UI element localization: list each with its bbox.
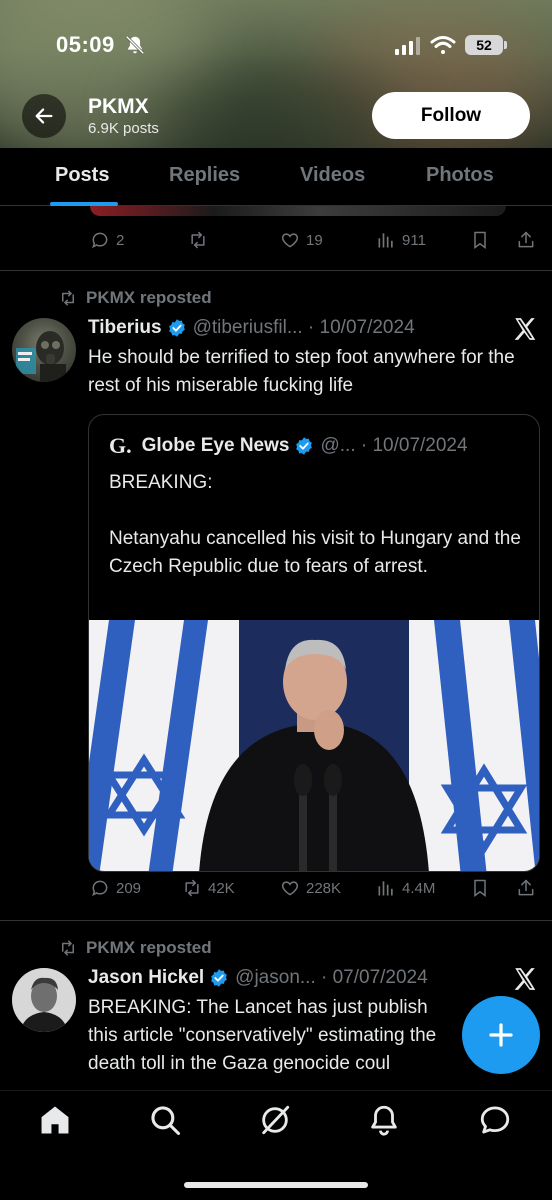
x-logo-icon	[514, 318, 536, 340]
x-logo-icon	[514, 968, 536, 990]
wifi-icon	[430, 36, 456, 54]
reply-count: 2	[116, 231, 125, 249]
status-bar: 05:09 52	[0, 0, 552, 90]
repost-icon	[185, 879, 199, 897]
back-button[interactable]	[22, 94, 66, 138]
tab-posts[interactable]: Posts	[55, 164, 109, 187]
view-count: 911	[402, 231, 426, 249]
follow-button[interactable]: Follow	[372, 92, 530, 139]
battery-indicator: 52	[465, 35, 507, 55]
home-icon[interactable]	[38, 1103, 72, 1137]
reply-button[interactable]: 209	[90, 878, 141, 898]
status-time: 05:09	[56, 32, 115, 57]
quote-text-line1: BREAKING:	[109, 472, 213, 493]
post-text: BREAKING: The Lancet has just publish th…	[88, 997, 437, 1074]
tab-photos[interactable]: Photos	[426, 164, 494, 187]
globe-eye-logo: G.	[109, 433, 132, 458]
repost-icon	[191, 231, 205, 249]
signal-icon	[395, 37, 420, 55]
repost-label: PKMX reposted	[86, 938, 212, 957]
tab-replies[interactable]: Replies	[169, 164, 240, 187]
bookmark-icon	[474, 879, 486, 897]
quote-header: G. Globe Eye News @... · 10/07/2024	[109, 433, 468, 459]
repost-indicator: PKMX reposted	[58, 938, 212, 958]
post-count: 6.9K posts	[88, 120, 159, 137]
repost-button[interactable]: 42K	[182, 878, 235, 898]
plus-icon	[489, 1023, 513, 1047]
post-header: Tiberius @tiberiusfil... · 10/07/2024	[88, 317, 415, 339]
quote-text: BREAKING: Netanyahu cancelled his visit …	[109, 469, 529, 581]
views-button[interactable]: 911	[376, 230, 426, 250]
like-button[interactable]: 228K	[280, 878, 341, 898]
author-name[interactable]: Tiberius	[88, 317, 162, 339]
like-count: 19	[306, 231, 323, 249]
repost-icon	[62, 290, 74, 306]
quote-meta: @... · 10/07/2024	[320, 435, 468, 456]
previous-post-actions: 2 19 911	[90, 230, 540, 254]
quoted-post[interactable]: G. Globe Eye News @... · 10/07/2024 BREA…	[88, 414, 540, 872]
post-actions: 209 42K 228K 4.4M	[90, 878, 540, 902]
verified-badge-icon	[168, 319, 185, 337]
views-icon	[378, 233, 393, 248]
like-count: 228K	[306, 879, 342, 897]
view-count: 4.4M	[402, 879, 436, 897]
grok-icon[interactable]	[258, 1103, 292, 1137]
repost-count: 42K	[208, 879, 235, 897]
views-button[interactable]: 4.4M	[376, 878, 435, 898]
bookmark-button[interactable]	[470, 230, 490, 250]
profile-tabs: Posts Replies Videos Photos	[0, 148, 552, 206]
profile-name: PKMX	[88, 95, 149, 118]
divider	[0, 270, 552, 271]
post-header: Jason Hickel @jason... · 07/07/2024	[88, 967, 428, 989]
news-photo	[89, 620, 539, 871]
portrait-avatar-image	[12, 968, 76, 1032]
previous-post-media[interactable]	[90, 206, 506, 216]
verified-badge-icon	[296, 437, 313, 455]
tab-videos[interactable]: Videos	[300, 164, 365, 187]
share-icon	[518, 231, 534, 248]
bookmark-icon	[474, 231, 486, 249]
divider	[0, 920, 552, 921]
bell-icon[interactable]	[367, 1103, 401, 1137]
repost-button[interactable]	[188, 230, 208, 250]
gas-mask-avatar-image	[16, 331, 66, 382]
bell-off-icon	[125, 35, 145, 55]
verified-badge-icon	[211, 969, 228, 987]
heart-icon	[281, 233, 299, 248]
quote-image[interactable]	[89, 620, 539, 871]
bookmark-button[interactable]	[470, 878, 490, 898]
heart-icon	[281, 881, 299, 896]
repost-indicator: PKMX reposted	[58, 288, 212, 308]
arrow-left-icon	[35, 108, 53, 124]
search-icon[interactable]	[148, 1103, 182, 1137]
reply-button[interactable]: 2	[90, 230, 124, 250]
post-meta: @jason... · 07/07/2024	[235, 967, 428, 988]
home-indicator	[184, 1182, 368, 1188]
compose-button[interactable]	[462, 996, 540, 1074]
reply-icon	[92, 232, 108, 249]
quote-text-line2: Netanyahu cancelled his visit to Hungary…	[109, 528, 521, 577]
repost-label: PKMX reposted	[86, 288, 212, 307]
post-text: He should be terrified to step foot anyw…	[88, 347, 515, 396]
post-meta: @tiberiusfil... · 10/07/2024	[192, 317, 415, 338]
author-name[interactable]: Jason Hickel	[88, 967, 204, 989]
messages-icon[interactable]	[478, 1103, 512, 1137]
share-button[interactable]	[516, 230, 536, 250]
reply-count: 209	[116, 879, 142, 897]
share-icon	[518, 879, 534, 896]
avatar[interactable]	[12, 318, 76, 382]
feed[interactable]: 2 19 911 PKMX reposted Tiberius @tiberiu…	[0, 206, 552, 1090]
avatar[interactable]	[12, 968, 76, 1032]
quote-author-name: Globe Eye News	[141, 435, 290, 456]
share-button[interactable]	[516, 878, 536, 898]
views-icon	[378, 881, 393, 896]
like-button[interactable]: 19	[280, 230, 323, 250]
reply-icon	[92, 880, 108, 897]
repost-icon	[62, 940, 74, 956]
